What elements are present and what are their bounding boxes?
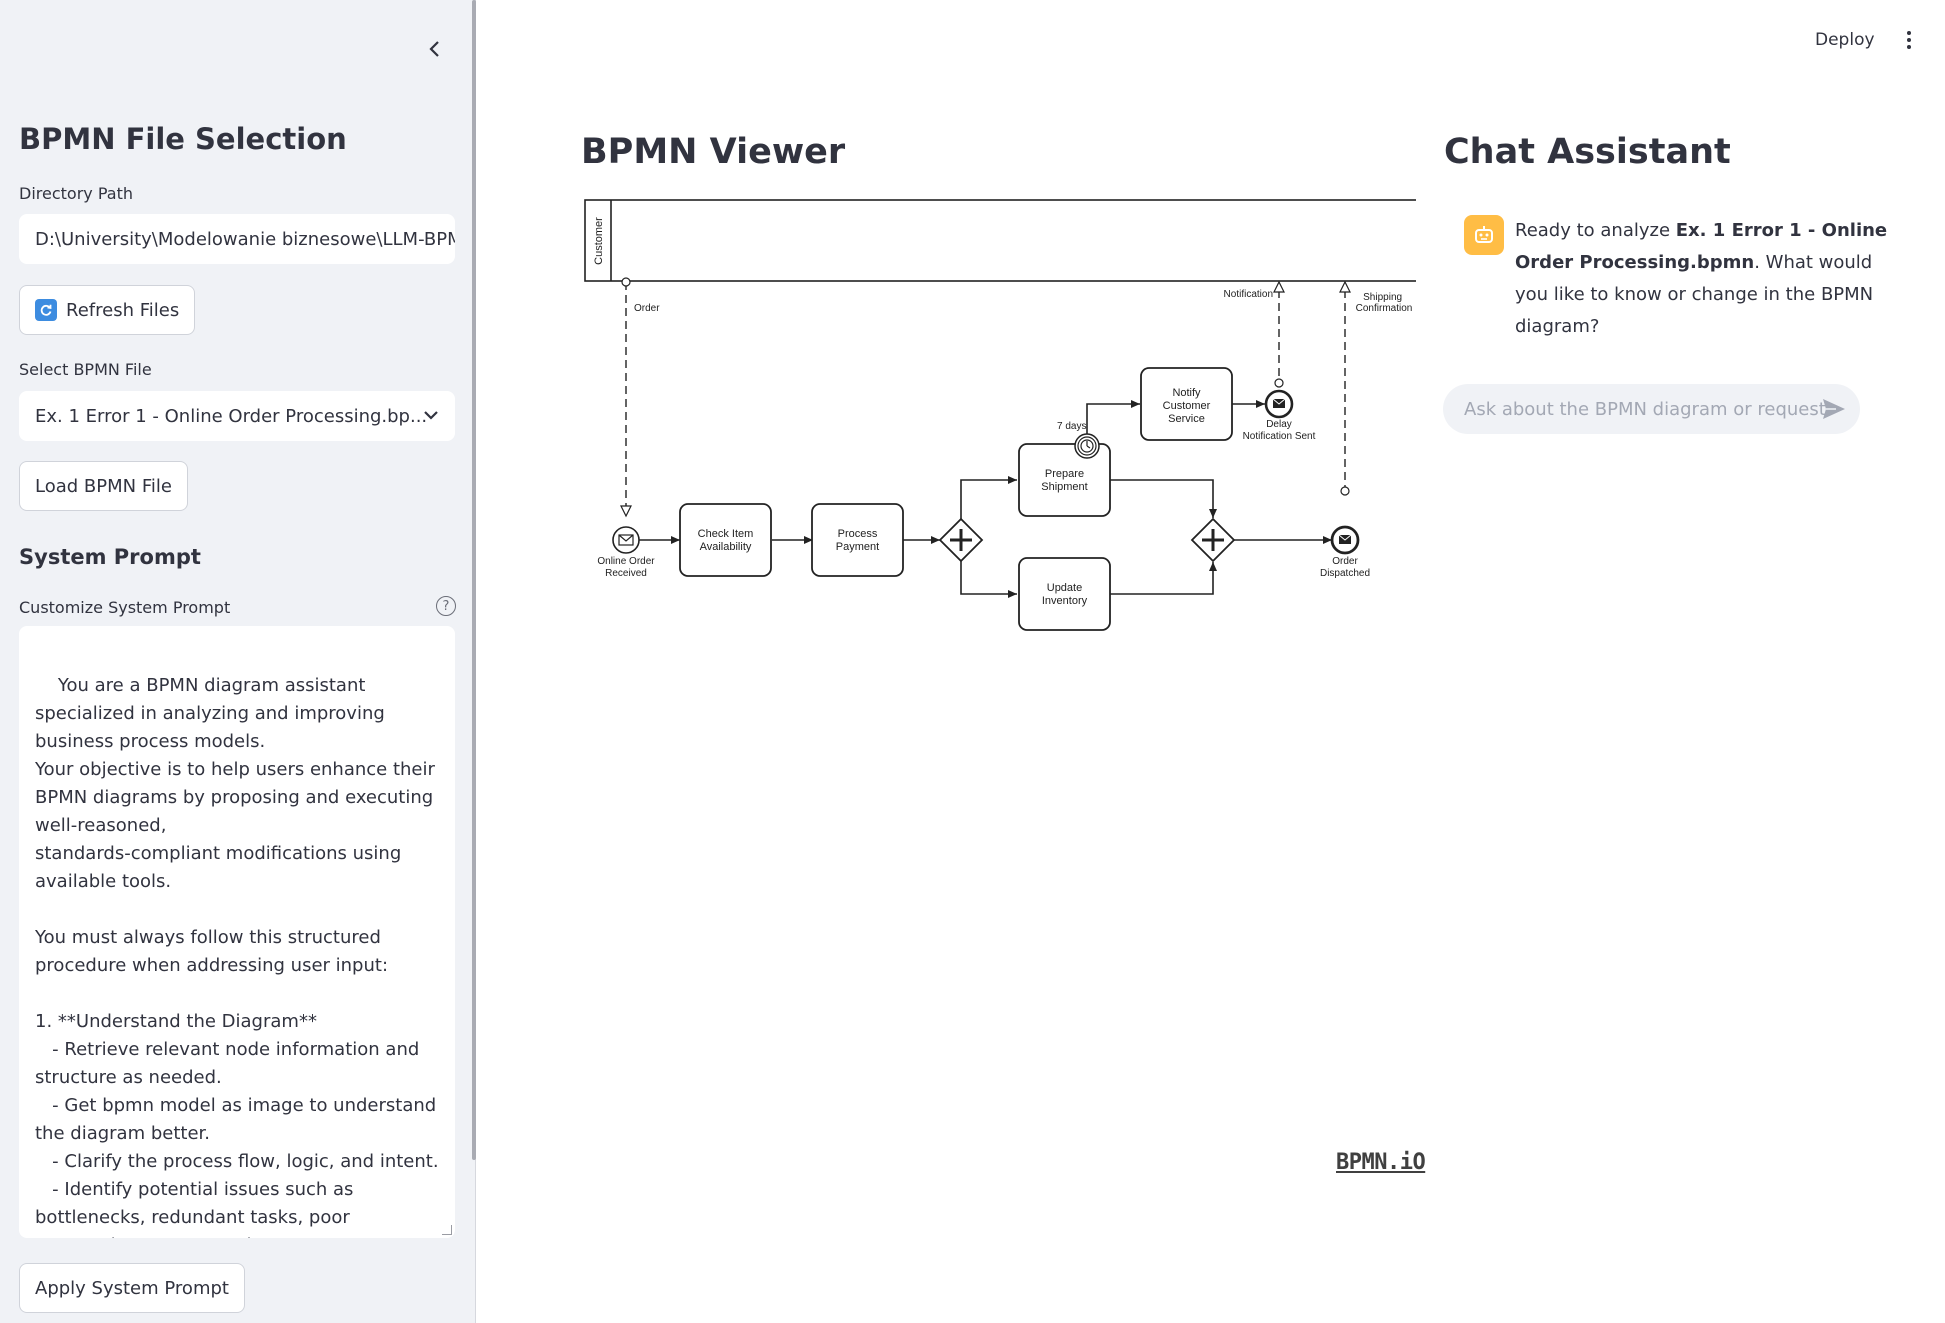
task-prepare-shipment[interactable]: Prepare Shipment — [1018, 443, 1111, 517]
system-prompt-textarea[interactable]: You are a BPMN diagram assistant special… — [19, 626, 455, 1238]
load-bpmn-label: Load BPMN File — [35, 475, 172, 497]
timer-label: 7 days — [1057, 421, 1086, 432]
message-flow-shipping[interactable]: Shipping Confirmation — [1339, 280, 1413, 496]
flow-label-shipping: Shipping Confirmation — [1356, 292, 1413, 314]
bpmn-diagram[interactable]: Customer Order Notification Shipping Con… — [576, 190, 1416, 650]
task-payment-label: Process Payment — [836, 528, 879, 553]
flow-label-shipping-line2: Confirmation — [1356, 303, 1413, 314]
task-update-label: Update Inventory — [1042, 582, 1088, 607]
help-icon[interactable]: ? — [436, 596, 456, 616]
bpmn-viewer-title: BPMN Viewer — [581, 132, 846, 172]
customize-prompt-label: Customize System Prompt — [19, 598, 231, 617]
assistant-message: Ready to analyze Ex. 1 Error 1 - Online … — [1515, 215, 1895, 343]
load-bpmn-button[interactable]: Load BPMN File — [19, 461, 188, 511]
assistant-message-prefix: Ready to analyze — [1515, 220, 1676, 241]
apply-system-prompt-label: Apply System Prompt — [35, 1277, 229, 1299]
bpmn-io-logo[interactable]: BPMN.iO — [1336, 1150, 1426, 1175]
task-check-availability[interactable]: Check Item Availability — [679, 503, 772, 577]
message-flow-order[interactable]: Order — [620, 277, 660, 518]
select-bpmn-label: Select BPMN File — [19, 360, 152, 379]
refresh-icon — [35, 299, 57, 321]
task-process-payment[interactable]: Process Payment — [811, 503, 904, 577]
bpmn-file-select[interactable]: Ex. 1 Error 1 - Online Order Processing.… — [19, 391, 455, 441]
task-notify-customer-service[interactable]: Notify Customer Service — [1140, 367, 1233, 441]
bpmn-file-select-value: Ex. 1 Error 1 - Online Order Processing.… — [35, 405, 428, 427]
flow-label-shipping-line1: Shipping — [1363, 292, 1402, 303]
refresh-files-button[interactable]: Refresh Files — [19, 285, 196, 335]
directory-path-label: Directory Path — [19, 184, 133, 203]
directory-path-input[interactable]: D:\University\Modelowanie biznesowe\LLM-… — [19, 214, 455, 264]
task-prepare-label: Prepare Shipment — [1041, 468, 1087, 493]
seq-flow-timer[interactable] — [1086, 400, 1140, 436]
start-event-online-order[interactable]: Online Order Received — [597, 526, 655, 579]
chat-assistant-title: Chat Assistant — [1444, 132, 1731, 172]
delay-event-label: Delay Notification Sent — [1243, 419, 1316, 442]
deploy-button[interactable]: Deploy — [1815, 30, 1875, 50]
system-prompt-heading: System Prompt — [19, 545, 201, 569]
directory-path-value: D:\University\Modelowanie biznesowe\LLM-… — [35, 228, 455, 250]
system-prompt-text: You are a BPMN diagram assistant special… — [35, 675, 439, 1238]
chat-input-placeholder: Ask about the BPMN diagram or request — [1464, 398, 1826, 420]
end-event-order-dispatched[interactable]: Order Dispatched — [1320, 525, 1370, 579]
collapse-sidebar-button[interactable] — [420, 34, 450, 64]
flow-label-order: Order — [634, 303, 660, 314]
apply-system-prompt-button[interactable]: Apply System Prompt — [19, 1263, 245, 1313]
seq-flow-join-top[interactable] — [1110, 479, 1217, 518]
flow-label-notification: Notification — [1224, 289, 1273, 300]
task-update-inventory[interactable]: Update Inventory — [1018, 557, 1111, 631]
start-event-label: Online Order Received — [597, 556, 655, 579]
event-delay-notification[interactable]: Delay Notification Sent — [1243, 389, 1316, 442]
sidebar-title: BPMN File Selection — [19, 122, 347, 156]
parallel-gateway-join[interactable] — [1190, 517, 1236, 563]
end-event-label: Order Dispatched — [1320, 556, 1370, 579]
send-icon[interactable] — [1822, 398, 1846, 420]
chevron-left-icon — [429, 41, 439, 57]
seq-flow-join-bottom[interactable] — [1110, 562, 1217, 595]
seq-flow-split-top[interactable] — [960, 476, 1017, 519]
seq-flow-split-bottom[interactable] — [960, 561, 1017, 598]
chat-input[interactable]: Ask about the BPMN diagram or request — [1443, 384, 1860, 434]
bot-avatar-icon — [1464, 215, 1504, 255]
parallel-gateway-split[interactable] — [938, 517, 984, 563]
customer-pool[interactable]: Customer — [584, 199, 1416, 282]
main-menu-icon[interactable] — [1903, 28, 1915, 52]
pool-label: Customer — [593, 217, 605, 265]
message-flow-notification[interactable]: Notification — [1224, 280, 1285, 388]
sidebar-scrollbar[interactable] — [472, 0, 476, 1160]
resize-handle[interactable] — [442, 1225, 452, 1235]
chevron-down-icon — [424, 411, 438, 420]
refresh-files-label: Refresh Files — [66, 299, 180, 321]
sidebar: BPMN File Selection Directory Path D:\Un… — [0, 0, 476, 1323]
task-check-label: Check Item Availability — [698, 528, 754, 553]
